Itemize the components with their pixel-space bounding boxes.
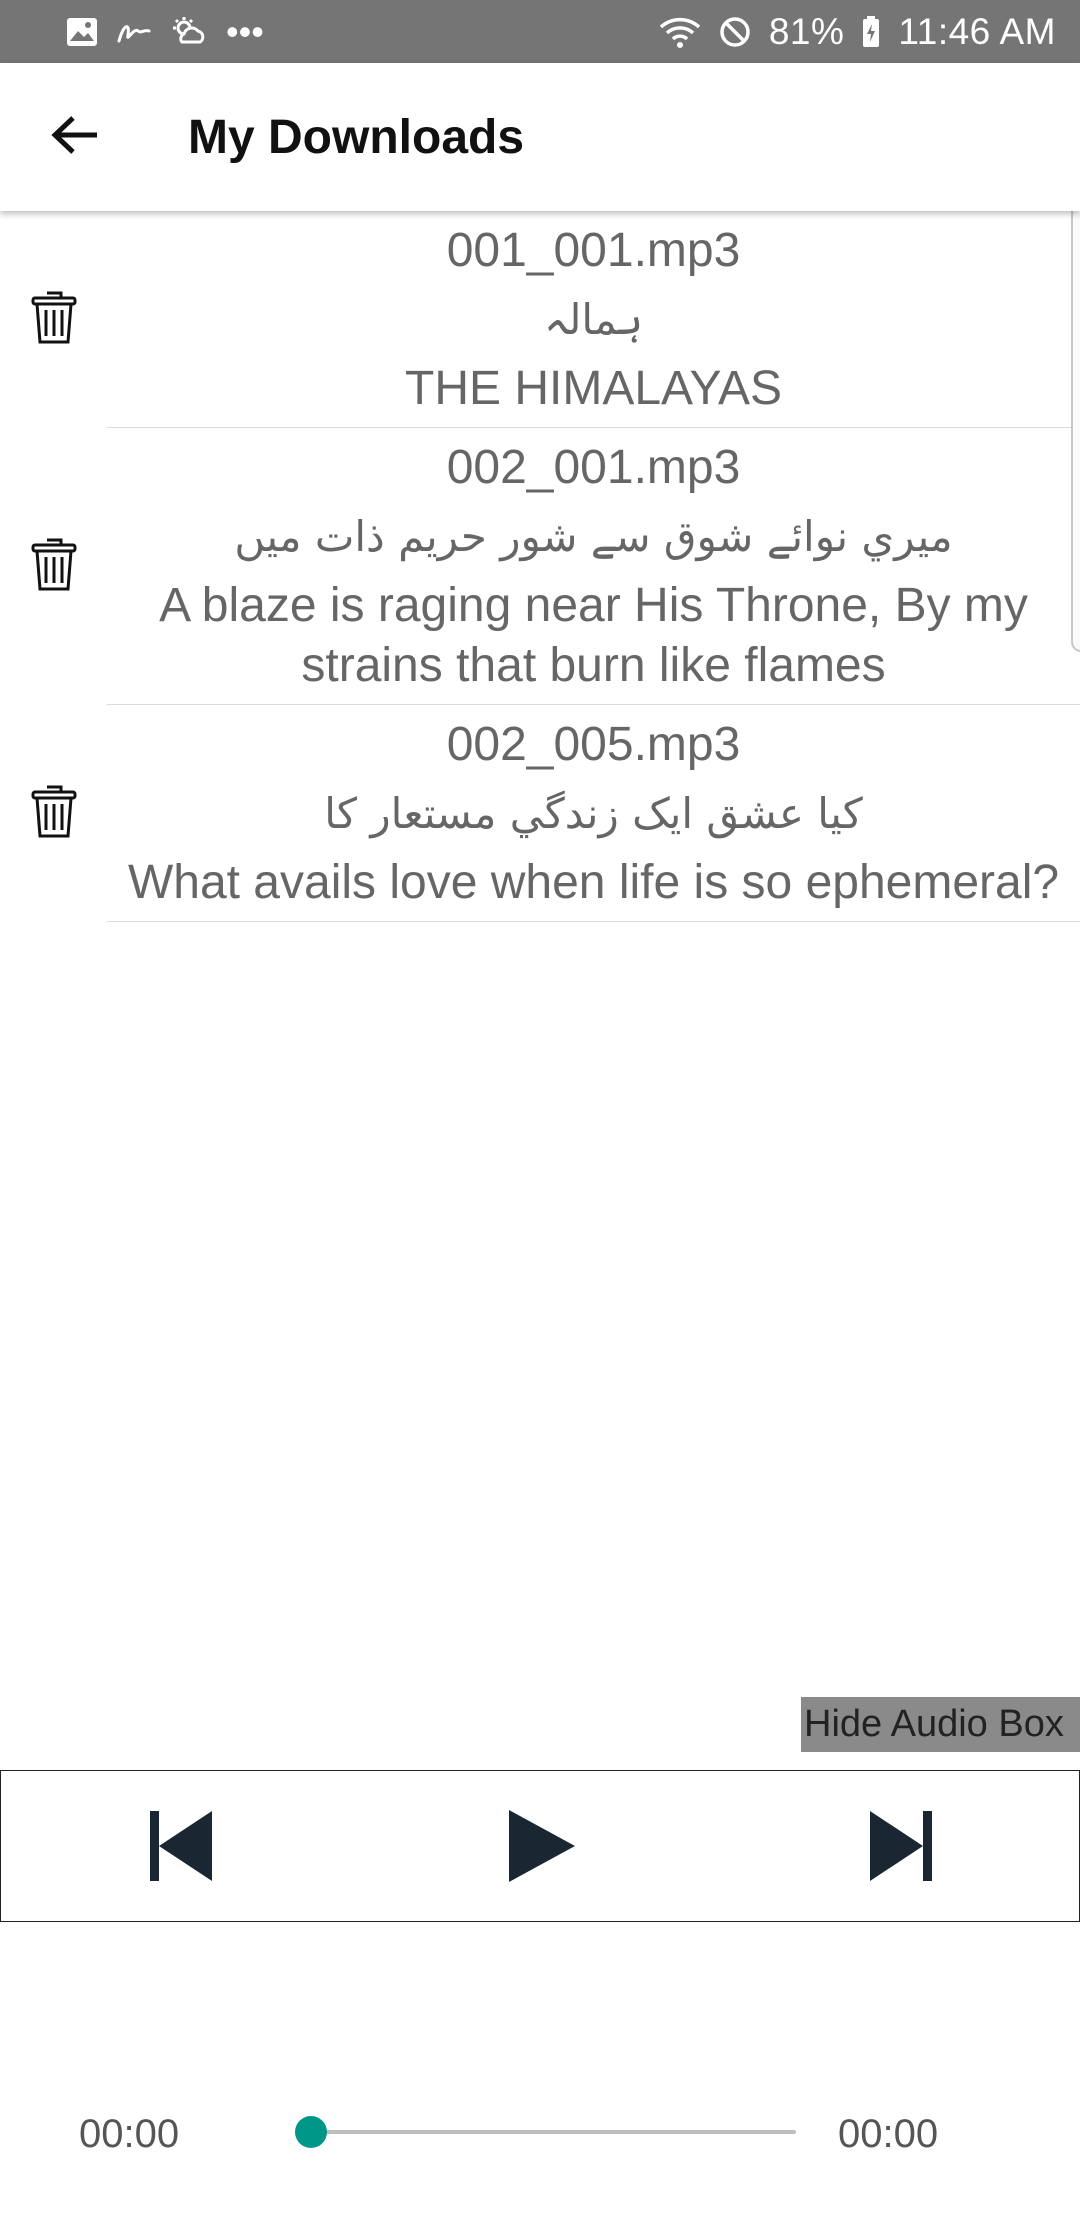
urdu-title: ہمالہ: [543, 295, 644, 344]
current-time: 00:00: [79, 2112, 180, 2156]
battery-charging-icon: [862, 15, 880, 48]
seek-bar[interactable]: [311, 2130, 796, 2134]
clock: 11:46 AM: [898, 10, 1056, 52]
file-name: 002_005.mp3: [446, 718, 741, 771]
file-name: 001_001.mp3: [446, 224, 741, 277]
english-title: What avails love when life is so ephemer…: [127, 856, 1060, 909]
skip-previous-icon: [146, 1809, 216, 1888]
download-info: 002_005.mp3 کیا عشق ایک زندگي مستعار کا …: [107, 705, 1080, 922]
gallery-icon: [66, 17, 98, 47]
page-title: My Downloads: [188, 110, 525, 164]
trash-icon: [31, 289, 77, 350]
english-title: THE HIMALAYAS: [405, 362, 782, 415]
status-right: 81% 11:46 AM: [659, 11, 1056, 53]
urdu-title: کیا عشق ایک زندگي مستعار کا: [324, 789, 863, 838]
signature-icon: [116, 17, 152, 47]
list-item[interactable]: 002_005.mp3 کیا عشق ایک زندگي مستعار کا …: [0, 705, 1080, 922]
previous-button[interactable]: [141, 1808, 221, 1888]
skip-next-icon: [866, 1809, 936, 1888]
play-icon: [505, 1808, 577, 1889]
list-item[interactable]: 001_001.mp3 ہمالہ THE HIMALAYAS: [0, 211, 1080, 428]
back-button[interactable]: [0, 63, 150, 211]
audio-controls: [0, 1770, 1080, 1922]
urdu-title: ميري نوائے شوق سے شور حریم ذات میں: [234, 512, 953, 561]
trash-icon: [31, 536, 77, 597]
next-button[interactable]: [861, 1808, 941, 1888]
more-notifications-icon: •••: [226, 10, 264, 52]
delete-button[interactable]: [0, 211, 107, 428]
delete-button[interactable]: [0, 705, 107, 922]
do-not-disturb-icon: [719, 16, 751, 48]
total-time: 00:00: [838, 2112, 939, 2156]
weather-icon: [170, 16, 208, 48]
file-name: 002_001.mp3: [446, 441, 741, 494]
seek-thumb[interactable]: [295, 2116, 327, 2148]
download-info: 002_001.mp3 ميري نوائے شوق سے شور حریم ذ…: [107, 428, 1080, 705]
download-info: 001_001.mp3 ہمالہ THE HIMALAYAS: [107, 211, 1080, 428]
downloads-list: 001_001.mp3 ہمالہ THE HIMALAYAS 002_001.…: [0, 211, 1080, 922]
back-arrow-icon: [51, 115, 99, 160]
list-item[interactable]: 002_001.mp3 ميري نوائے شوق سے شور حریم ذ…: [0, 428, 1080, 705]
trash-icon: [31, 783, 77, 844]
scroll-edge-indicator: [1071, 202, 1080, 652]
app-bar: My Downloads: [0, 63, 1080, 211]
play-button[interactable]: [501, 1808, 581, 1888]
status-bar: ••• 81% 11:46 AM: [0, 0, 1080, 63]
hide-audio-box-button[interactable]: Hide Audio Box: [801, 1697, 1080, 1752]
status-left: •••: [66, 11, 264, 53]
battery-percent: 81%: [768, 10, 845, 52]
delete-button[interactable]: [0, 428, 107, 705]
english-title: A blaze is raging near His Throne, By my…: [159, 579, 1028, 692]
wifi-icon: [659, 15, 701, 49]
